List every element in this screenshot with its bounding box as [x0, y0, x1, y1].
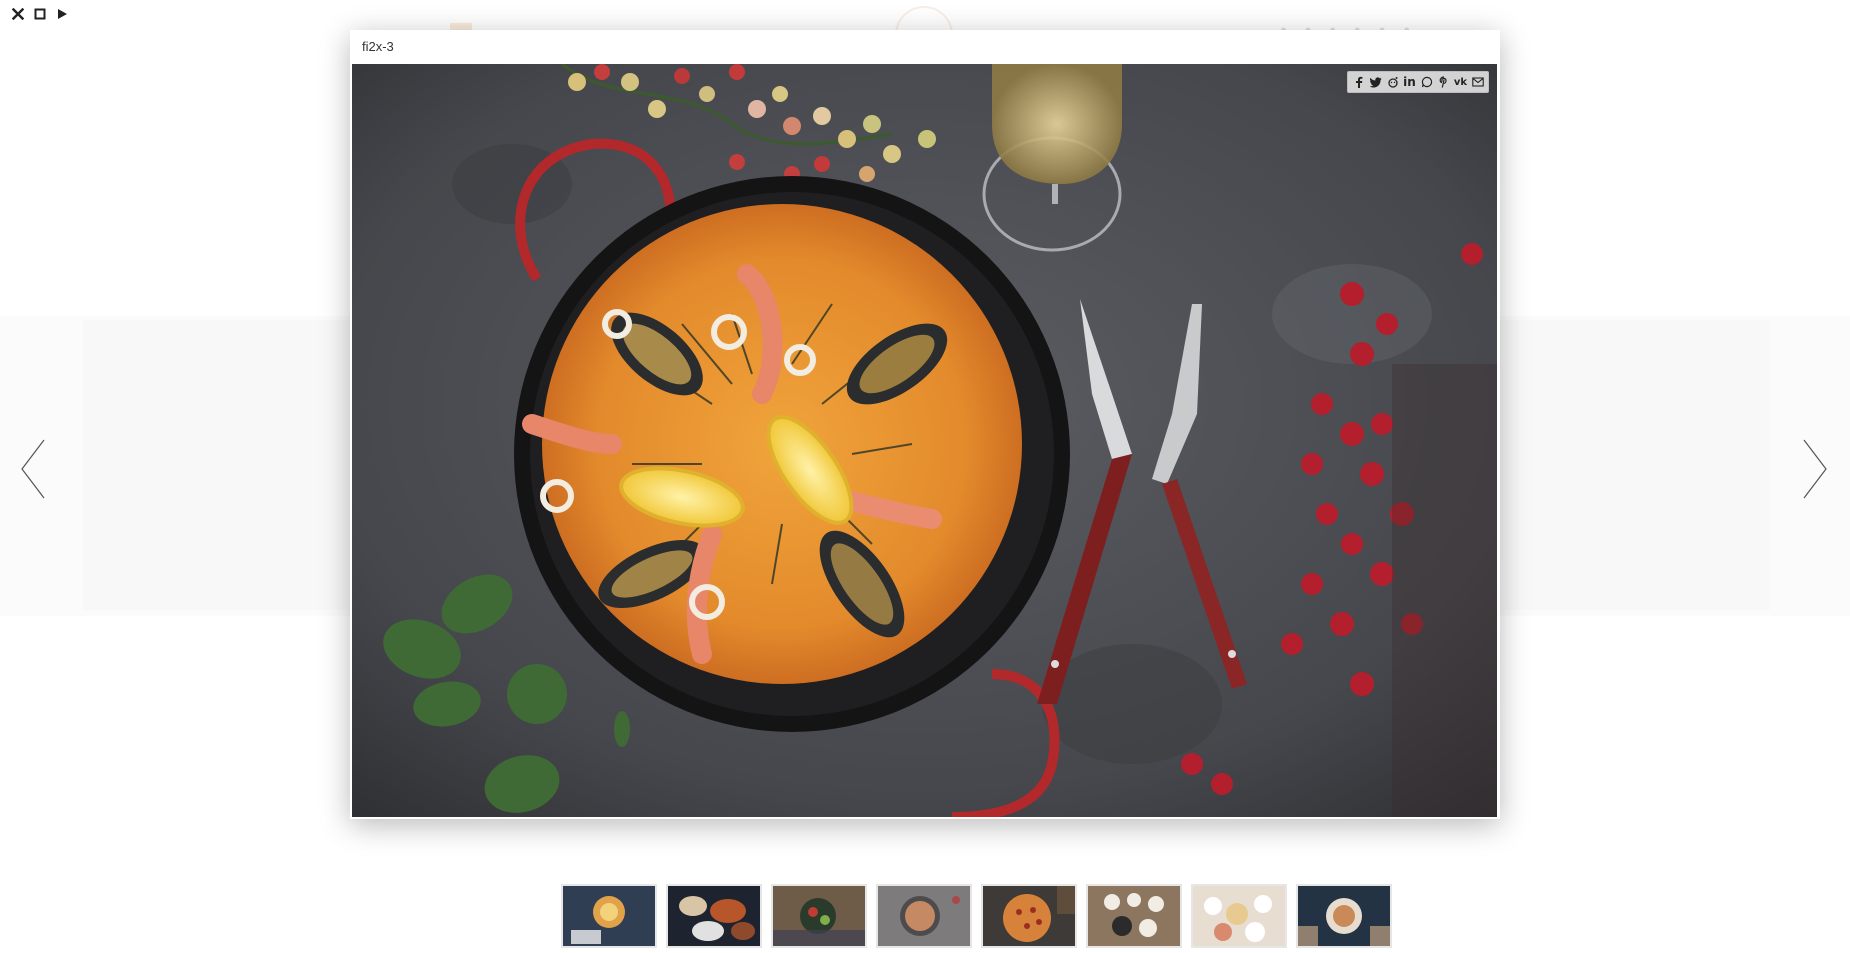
twitter-icon[interactable] [1368, 73, 1383, 91]
paella-photo [352, 64, 1497, 817]
thumbnail-strip [561, 884, 1392, 948]
chevron-right-icon[interactable] [1800, 438, 1830, 500]
thumbnail-6[interactable] [1086, 884, 1182, 948]
thumbnail-2[interactable] [666, 884, 762, 948]
thumbnail-5[interactable] [981, 884, 1077, 948]
vk-icon[interactable]: vk [1453, 73, 1468, 91]
close-icon[interactable] [10, 6, 26, 22]
background-panel-left [83, 320, 353, 610]
facebook-icon[interactable] [1351, 73, 1366, 91]
thumbnail-3[interactable] [771, 884, 867, 948]
linkedin-icon[interactable]: in [1402, 73, 1417, 91]
whatsapp-icon[interactable] [1419, 73, 1434, 91]
thumbnail-4[interactable] [876, 884, 972, 948]
reddit-icon[interactable] [1385, 73, 1400, 91]
main-image[interactable]: in vk [352, 64, 1497, 817]
thumbnail-8[interactable] [1296, 884, 1392, 948]
image-title: fi2x-3 [362, 39, 394, 54]
lightbox-panel: fi2x-3 in vk [350, 30, 1500, 819]
lightbox-controls [10, 6, 70, 22]
fullscreen-icon[interactable] [32, 6, 48, 22]
share-bar: in vk [1347, 71, 1489, 93]
email-icon[interactable] [1470, 73, 1485, 91]
thumbnail-1[interactable] [561, 884, 657, 948]
thumbnail-7[interactable] [1191, 884, 1287, 948]
lightbox-viewport: ● ● ● ● ● ● fi2x-3 [0, 0, 1850, 953]
pinterest-icon[interactable] [1436, 73, 1451, 91]
chevron-left-icon[interactable] [18, 438, 48, 500]
play-icon[interactable] [54, 6, 70, 22]
background-panel-right [1500, 320, 1770, 610]
